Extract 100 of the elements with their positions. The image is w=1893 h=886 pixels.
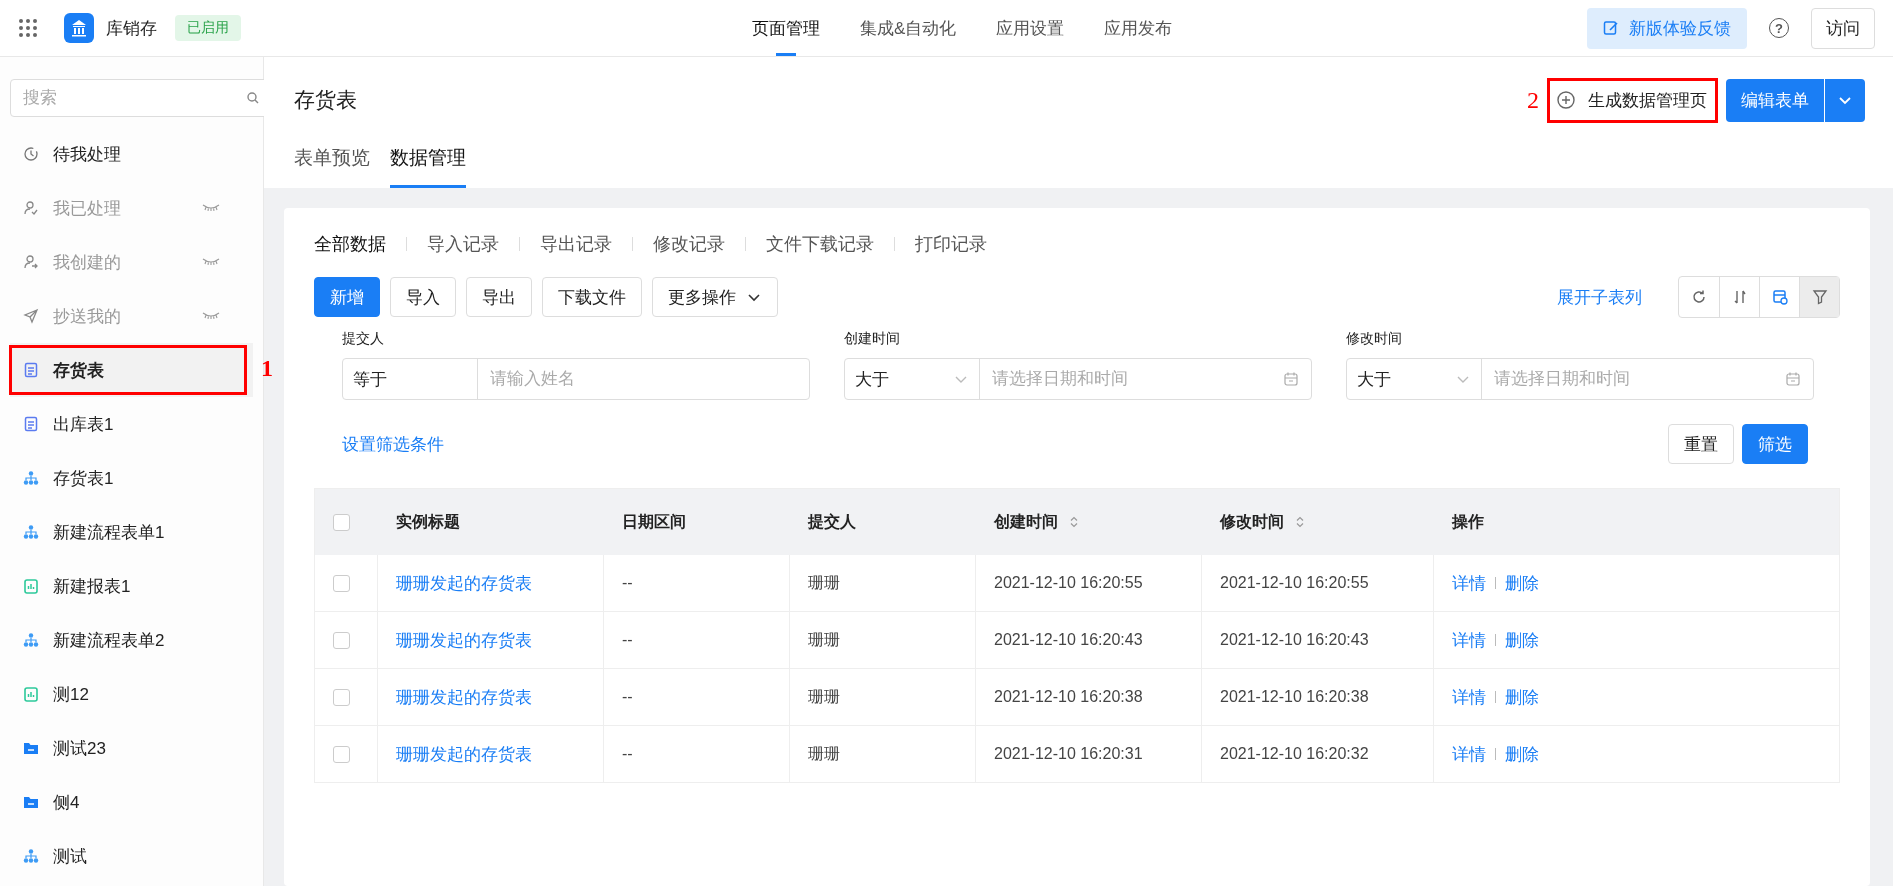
date-field[interactable]: 请选择日期和时间 — [990, 358, 1283, 400]
nav-tab[interactable]: 应用发布 — [1104, 0, 1173, 56]
record-title-link[interactable]: 珊珊发起的存货表 — [396, 742, 532, 766]
sidebar-item[interactable]: 新建流程表单2 — [10, 613, 253, 667]
sidebar-item[interactable]: 测试23 — [10, 721, 253, 775]
data-tab[interactable]: 文件下载记录 — [766, 232, 874, 256]
filter-label: 创建时间 — [844, 330, 901, 348]
calendar-icon[interactable] — [1785, 371, 1801, 387]
nav-tab[interactable]: 集成&自动化 — [860, 0, 957, 56]
nav-tab[interactable]: 应用设置 — [996, 0, 1065, 56]
sort-icon[interactable] — [1295, 516, 1304, 528]
detail-link[interactable]: 详情 — [1452, 571, 1486, 595]
visit-button[interactable]: 访问 — [1811, 7, 1875, 49]
data-tab[interactable]: 导入记录 — [427, 232, 499, 256]
column-header: 实例标题 — [395, 511, 460, 532]
record-title-link[interactable]: 珊珊发起的存货表 — [396, 628, 532, 652]
sort-icon[interactable] — [1069, 516, 1078, 528]
closed-eye-icon[interactable] — [202, 312, 220, 320]
sidebar-item[interactable]: 侧4 — [10, 775, 253, 829]
annotation-number: 2 — [1527, 86, 1539, 114]
column-header: 操作 — [1451, 511, 1484, 532]
chart-icon — [23, 686, 39, 702]
table-cell: 珊珊 — [808, 744, 840, 762]
record-title-link[interactable]: 珊珊发起的存货表 — [396, 571, 532, 595]
apps-grid-icon[interactable] — [18, 18, 38, 38]
sidebar-item[interactable]: 测试 — [10, 829, 253, 883]
table-cell: 2021-12-10 16:20:38 — [1220, 688, 1369, 705]
plus-circle-icon — [1556, 90, 1576, 110]
document-icon — [23, 362, 39, 378]
sidebar-item[interactable]: 新建报表1 — [10, 559, 253, 613]
checkbox[interactable] — [333, 689, 350, 707]
filter-settings-link[interactable]: 设置筛选条件 — [342, 432, 444, 456]
delete-link[interactable]: 删除 — [1505, 628, 1539, 652]
action-button[interactable]: 导入 — [390, 277, 456, 317]
operator-select[interactable]: 大于 — [1347, 359, 1482, 399]
input-field[interactable]: 请输入姓名 — [488, 358, 797, 400]
column-header: 修改时间 — [1219, 511, 1284, 532]
flowchart-icon — [23, 848, 39, 864]
chart-icon — [23, 578, 39, 594]
detail-link[interactable]: 详情 — [1452, 628, 1486, 652]
search-icon[interactable] — [246, 91, 260, 105]
column-header: 日期区间 — [621, 511, 686, 532]
detail-link[interactable]: 详情 — [1452, 742, 1486, 766]
app-name: 库销存 — [106, 17, 157, 40]
closed-eye-icon[interactable] — [202, 258, 220, 266]
expand-subtable-link[interactable]: 展开子表列 — [1557, 285, 1642, 309]
closed-eye-icon[interactable] — [202, 204, 220, 212]
data-tab[interactable]: 修改记录 — [653, 232, 725, 256]
table-cell: 2021-12-10 16:20:55 — [1220, 574, 1369, 591]
delete-link[interactable]: 删除 — [1505, 742, 1539, 766]
sidebar-item[interactable]: 测12 — [10, 667, 253, 721]
filter-field[interactable]: 大于 请选择日期和时间 — [1346, 358, 1814, 400]
table-cell: 珊珊 — [808, 630, 840, 648]
filter-field[interactable]: 大于 请选择日期和时间 — [844, 358, 1312, 400]
table-cell: 2021-12-10 16:20:38 — [994, 688, 1143, 705]
action-button[interactable]: 新增 — [314, 277, 380, 317]
record-title-link[interactable]: 珊珊发起的存货表 — [396, 685, 532, 709]
data-tab[interactable]: 导出记录 — [540, 232, 612, 256]
action-button[interactable]: 导出 — [466, 277, 532, 317]
generate-page-button[interactable]: 生成数据管理页 — [1547, 77, 1718, 123]
page-title: 存货表 — [294, 87, 357, 113]
checkbox[interactable] — [333, 746, 350, 764]
column-header: 提交人 — [807, 511, 856, 532]
table-cell: -- — [622, 745, 633, 762]
document-icon — [23, 416, 39, 432]
action-button[interactable]: 更多操作 — [652, 277, 778, 317]
status-badge: 已启用 — [175, 15, 241, 41]
sidebar-item[interactable]: 待我处理 — [10, 127, 253, 181]
action-button[interactable]: 下载文件 — [542, 277, 642, 317]
table-cell: -- — [622, 688, 633, 705]
data-tab[interactable]: 打印记录 — [915, 232, 987, 256]
calendar-icon[interactable] — [1283, 371, 1299, 387]
flowchart-icon — [23, 632, 39, 648]
data-tab[interactable]: 全部数据 — [314, 232, 386, 256]
sidebar-item[interactable]: 新建流程表单1 — [10, 505, 253, 559]
dropdown-button[interactable] — [1825, 78, 1865, 122]
date-field[interactable]: 请选择日期和时间 — [1492, 358, 1785, 400]
filter-button[interactable]: 筛选 — [1742, 424, 1808, 464]
folder-icon — [23, 794, 39, 810]
checkbox[interactable] — [333, 632, 350, 650]
sidebar-item[interactable]: 存货表1 — [10, 451, 253, 505]
paper-plane-icon — [23, 308, 39, 324]
edit-form-button[interactable]: 编辑表单 — [1726, 78, 1824, 122]
filter-icon[interactable] — [1799, 277, 1839, 317]
user-icon — [23, 200, 39, 216]
clock-icon — [23, 146, 39, 162]
table-cell: 2021-12-10 16:20:55 — [994, 574, 1143, 591]
checkbox[interactable] — [333, 575, 350, 593]
sidebar-item[interactable]: 出库表1 — [10, 397, 253, 451]
delete-link[interactable]: 删除 — [1505, 571, 1539, 595]
operator-select[interactable]: 等于 — [343, 359, 478, 399]
detail-link[interactable]: 详情 — [1452, 685, 1486, 709]
table-cell: -- — [622, 631, 633, 648]
page-tab[interactable]: 表单预览 — [294, 137, 370, 188]
reset-button[interactable]: 重置 — [1668, 424, 1734, 464]
checkbox[interactable] — [333, 514, 350, 532]
operator-select[interactable]: 大于 — [845, 359, 980, 399]
filter-field[interactable]: 等于 请输入姓名 — [342, 358, 810, 400]
nav-tab[interactable]: 页面管理 — [752, 0, 820, 56]
delete-link[interactable]: 删除 — [1505, 685, 1539, 709]
